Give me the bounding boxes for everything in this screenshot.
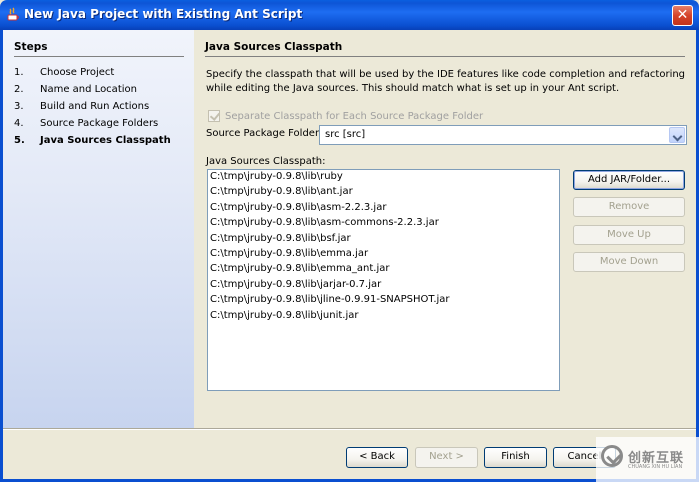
step-number: 3. [14, 101, 24, 112]
finish-button[interactable]: Finish [484, 447, 547, 468]
separate-classpath-checkbox[interactable] [208, 110, 220, 122]
steps-list: 1. Choose Project 2. Name and Location 3. B… [14, 67, 171, 152]
steps-divider [14, 56, 184, 57]
step-item: 3. Build and Run Actions [14, 101, 171, 118]
list-item[interactable]: C:\tmp\jruby-0.9.8\lib\jline-0.9.91-SNAP… [208, 294, 559, 309]
close-icon: ✕ [676, 7, 689, 23]
description-text: Specify the classpath that will be used … [206, 69, 686, 94]
step-number: 4. [14, 118, 24, 129]
footer-divider-highlight [3, 429, 696, 430]
step-item: 4. Source Package Folders [14, 118, 171, 135]
next-button[interactable]: Next > [415, 447, 478, 468]
dialog-client: Steps 1. Choose Project 2. Name and Locati… [3, 30, 696, 479]
list-item[interactable]: C:\tmp\jruby-0.9.8\lib\ruby [208, 171, 559, 186]
main-panel: Java Sources Classpath Specify the class… [194, 30, 696, 428]
step-number: 1. [14, 67, 24, 78]
list-item[interactable]: C:\tmp\jruby-0.9.8\lib\emma_ant.jar [208, 263, 559, 278]
source-package-folder-value: src [src] [325, 129, 366, 140]
watermark: 创新互联 CHUANG XIN HU LIAN [596, 437, 699, 482]
window-title: New Java Project with Existing Ant Scrip… [24, 7, 303, 21]
step-label: Java Sources Classpath [40, 135, 171, 146]
list-item[interactable]: C:\tmp\jruby-0.9.8\lib\jarjar-0.7.jar [208, 279, 559, 294]
back-button[interactable]: < Back [346, 447, 408, 468]
step-item: 1. Choose Project [14, 67, 171, 84]
source-package-folder-select[interactable]: src [src] [319, 125, 687, 145]
step-label: Name and Location [40, 84, 137, 95]
step-item: 2. Name and Location [14, 84, 171, 101]
step-item-current: 5. Java Sources Classpath [14, 135, 171, 152]
step-number: 5. [14, 135, 25, 146]
classpath-list[interactable]: C:\tmp\jruby-0.9.8\lib\ruby C:\tmp\jruby… [207, 169, 560, 391]
step-number: 2. [14, 84, 24, 95]
move-up-button[interactable]: Move Up [573, 225, 685, 245]
source-package-folder-label: Source Package Folder: [206, 128, 323, 139]
title-bar[interactable]: New Java Project with Existing Ant Scrip… [0, 0, 699, 30]
watermark-logo-icon [601, 445, 623, 467]
remove-button[interactable]: Remove [573, 197, 685, 217]
page-title: Java Sources Classpath [205, 41, 343, 53]
watermark-subtext: CHUANG XIN HU LIAN [628, 464, 683, 470]
chevron-down-icon[interactable] [669, 127, 685, 143]
step-label: Choose Project [40, 67, 115, 78]
step-label: Build and Run Actions [40, 101, 150, 112]
step-label: Source Package Folders [40, 118, 159, 129]
list-item[interactable]: C:\tmp\jruby-0.9.8\lib\junit.jar [208, 310, 559, 325]
steps-title: Steps [14, 41, 48, 53]
list-item[interactable]: C:\tmp\jruby-0.9.8\lib\ant.jar [208, 186, 559, 201]
title-divider [205, 56, 685, 57]
list-item[interactable]: C:\tmp\jruby-0.9.8\lib\asm-2.2.3.jar [208, 202, 559, 217]
list-item[interactable]: C:\tmp\jruby-0.9.8\lib\emma.jar [208, 248, 559, 263]
classpath-label: Java Sources Classpath: [206, 156, 326, 167]
window-frame: Steps 1. Choose Project 2. Name and Locati… [0, 30, 699, 482]
list-item[interactable]: C:\tmp\jruby-0.9.8\lib\bsf.jar [208, 233, 559, 248]
separate-classpath-checkbox-row[interactable]: Separate Classpath for Each Source Packa… [208, 109, 483, 123]
move-down-button[interactable]: Move Down [573, 252, 685, 272]
java-icon [7, 7, 19, 21]
separate-classpath-label: Separate Classpath for Each Source Packa… [225, 110, 484, 122]
add-jar-folder-button[interactable]: Add JAR/Folder... [573, 170, 685, 190]
steps-panel: Steps 1. Choose Project 2. Name and Locati… [3, 30, 194, 428]
close-button[interactable]: ✕ [672, 5, 693, 26]
list-item[interactable]: C:\tmp\jruby-0.9.8\lib\asm-commons-2.2.3… [208, 217, 559, 232]
